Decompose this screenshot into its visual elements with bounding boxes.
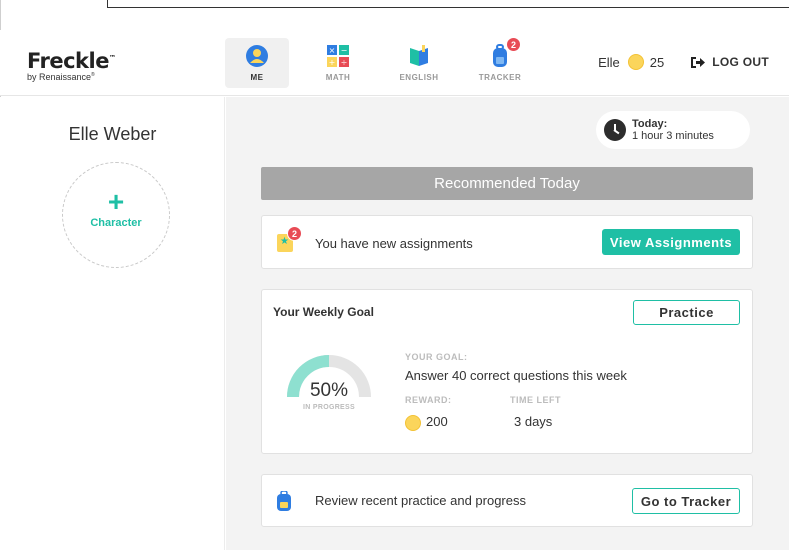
freckle-logo[interactable]: Freckle™ by Renaissance® [27, 48, 116, 83]
coin-icon [627, 54, 644, 70]
reward-value: 200 [426, 414, 448, 429]
time-left-value: 3 days [514, 414, 553, 429]
logo-text: Freckle [27, 49, 109, 73]
progress-status: IN PROGRESS [303, 404, 355, 411]
nav-label: MATH [325, 73, 351, 82]
logo-subtitle: by Renaissance [27, 72, 92, 82]
logout-button[interactable]: LOG OUT [690, 55, 769, 69]
logo-reg: ® [91, 72, 95, 78]
math-icon: × − + ÷ [326, 44, 350, 68]
today-time-pill: Today: 1 hour 3 minutes [596, 111, 750, 149]
coin-icon [405, 415, 421, 431]
sidebar: Elle Weber + Character [0, 97, 225, 550]
tracker-card: Review recent practice and progress Go t… [261, 474, 753, 527]
student-name: Elle Weber [68, 124, 157, 144]
practice-button[interactable]: Practice [633, 300, 740, 325]
nav-math[interactable]: × − + ÷ MATH [306, 38, 370, 88]
logo-tm: ™ [108, 54, 116, 62]
recommended-header: Recommended Today [261, 167, 753, 200]
logout-label: LOG OUT [712, 55, 769, 69]
today-value: 1 hour 3 minutes [632, 129, 714, 142]
nav-label: TRACKER [478, 73, 522, 82]
main-nav: ME × − + ÷ MATH ENGLISH 2 TRACKER [225, 37, 549, 88]
book-icon [407, 44, 431, 68]
backpack-icon: 2 [488, 37, 521, 68]
progress-percent: 50% [309, 380, 349, 401]
svg-text:÷: ÷ [341, 58, 348, 67]
assignments-text: You have new assignments [315, 236, 473, 251]
nav-english[interactable]: ENGLISH [387, 38, 451, 88]
main-content: Today: 1 hour 3 minutes Recommended Toda… [226, 97, 789, 550]
tracker-text: Review recent practice and progress [315, 493, 526, 508]
character-label: Character [90, 217, 142, 229]
go-to-tracker-button[interactable]: Go to Tracker [632, 488, 740, 514]
reward-label: REWARD: [405, 395, 452, 405]
time-left-label: TIME LEFT [510, 395, 561, 405]
top-header: Freckle™ by Renaissance® ME × − + ÷ MATH… [0, 30, 789, 96]
nav-tracker[interactable]: 2 TRACKER [468, 37, 532, 88]
tracker-badge: 2 [506, 37, 521, 52]
coin-count: 25 [649, 54, 665, 70]
goal-label: YOUR GOAL: [405, 352, 468, 362]
clock-icon [604, 119, 626, 141]
window-edge-corner [0, 0, 108, 8]
freckle-dashboard: Freckle™ by Renaissance® ME × − + ÷ MATH… [0, 0, 789, 550]
backpack-icon [277, 491, 291, 511]
nav-label: ME [250, 73, 264, 82]
goal-text: Answer 40 correct questions this week [405, 368, 627, 383]
svg-text:+: + [329, 58, 336, 67]
today-label: Today: [632, 117, 668, 130]
user-name: Elle [598, 54, 620, 70]
view-assignments-button[interactable]: View Assignments [602, 229, 740, 255]
assignments-card: 2 You have new assignments View Assignme… [261, 215, 753, 269]
weekly-goal-title: Your Weekly Goal [273, 305, 374, 319]
logout-icon [691, 56, 706, 68]
weekly-goal-card: Your Weekly Goal Practice 50% IN PROGRES… [261, 289, 753, 454]
window-edge-top [108, 7, 789, 8]
nav-me[interactable]: ME [225, 38, 289, 88]
svg-text:−: − [341, 46, 348, 55]
add-character-button[interactable]: + Character [62, 162, 170, 268]
plus-icon: + [107, 186, 125, 217]
svg-text:×: × [329, 46, 336, 55]
user-area: Elle 25 LOG OUT [598, 54, 789, 70]
assignments-badge: 2 [287, 226, 302, 241]
nav-label: ENGLISH [399, 73, 439, 82]
person-icon [245, 44, 269, 68]
